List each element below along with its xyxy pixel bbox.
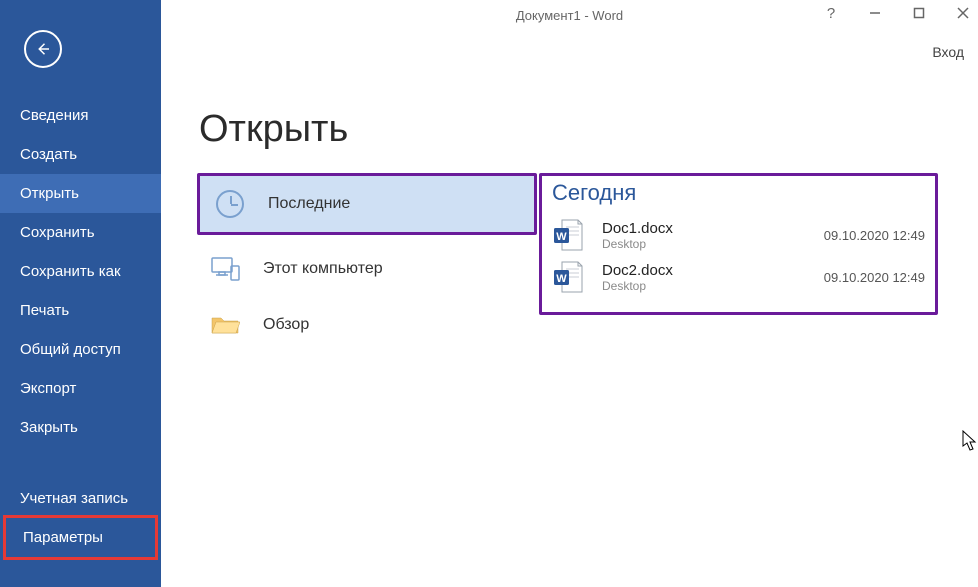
- minimize-icon: [869, 7, 881, 19]
- file-location: Desktop: [602, 279, 805, 293]
- file-name: Doc1.docx: [602, 220, 805, 237]
- nav-item-print[interactable]: Печать: [0, 291, 161, 330]
- folder-icon: [209, 309, 241, 341]
- pc-icon: [209, 253, 241, 285]
- file-row[interactable]: W Doc1.docx Desktop 09.10.2020 12:49: [552, 214, 925, 256]
- signin-link[interactable]: Вход: [932, 44, 964, 60]
- help-button[interactable]: ?: [822, 4, 840, 22]
- nav-item-info[interactable]: Сведения: [0, 96, 161, 135]
- file-location: Desktop: [602, 237, 805, 251]
- mouse-cursor-icon: [962, 430, 978, 452]
- file-timestamp: 09.10.2020 12:49: [805, 228, 925, 243]
- nav-item-saveas[interactable]: Сохранить как: [0, 252, 161, 291]
- nav-item-options[interactable]: Параметры: [3, 515, 158, 560]
- backstage-sidebar: Сведения Создать Открыть Сохранить Сохра…: [0, 0, 161, 587]
- nav-item-close[interactable]: Закрыть: [0, 408, 161, 447]
- file-timestamp: 09.10.2020 12:49: [805, 270, 925, 285]
- minimize-button[interactable]: [866, 4, 884, 22]
- main-area: Документ1 - Word ? Вход Открыть: [161, 0, 978, 587]
- nav-item-export[interactable]: Экспорт: [0, 369, 161, 408]
- files-group-heading: Сегодня: [552, 180, 925, 206]
- nav-item-save[interactable]: Сохранить: [0, 213, 161, 252]
- close-icon: [957, 7, 969, 19]
- svg-text:W: W: [556, 231, 567, 243]
- open-sources-column: Последние Этот компьютер: [161, 173, 539, 353]
- source-label: Этот компьютер: [263, 260, 383, 278]
- maximize-button[interactable]: [910, 4, 928, 22]
- clock-icon: [214, 188, 246, 220]
- source-label: Обзор: [263, 316, 309, 334]
- close-button[interactable]: [954, 4, 972, 22]
- title-bar: Документ1 - Word ?: [161, 0, 978, 30]
- back-button[interactable]: [24, 30, 62, 68]
- nav-item-open[interactable]: Открыть: [0, 174, 161, 213]
- maximize-icon: [913, 7, 925, 19]
- word-doc-icon: W: [552, 260, 588, 294]
- arrow-left-icon: [34, 40, 52, 58]
- source-browse[interactable]: Обзор: [195, 297, 539, 353]
- nav-item-share[interactable]: Общий доступ: [0, 330, 161, 369]
- nav-item-account[interactable]: Учетная запись: [0, 479, 161, 518]
- svg-text:W: W: [556, 273, 567, 285]
- nav-item-new[interactable]: Создать: [0, 135, 161, 174]
- file-row[interactable]: W Doc2.docx Desktop 09.10.2020 12:49: [552, 256, 925, 298]
- source-recent[interactable]: Последние: [200, 176, 534, 232]
- source-label: Последние: [268, 195, 350, 213]
- recent-files-column: Сегодня W: [539, 173, 978, 353]
- page-heading: Открыть: [199, 108, 978, 151]
- file-name: Doc2.docx: [602, 262, 805, 279]
- word-doc-icon: W: [552, 218, 588, 252]
- source-this-pc[interactable]: Этот компьютер: [195, 241, 539, 297]
